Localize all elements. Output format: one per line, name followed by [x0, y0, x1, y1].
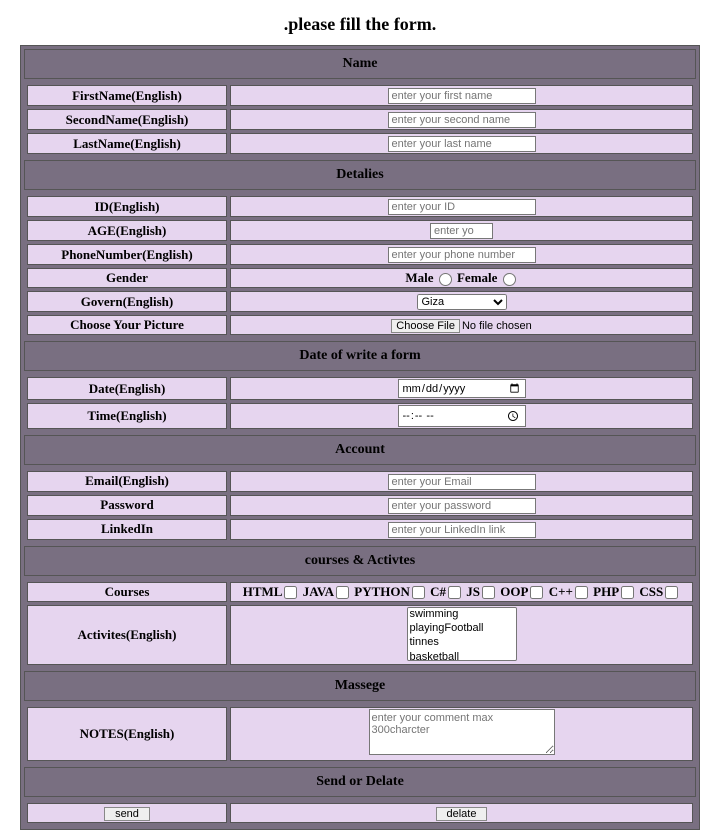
label-firstname: FirstName(English) — [27, 85, 227, 106]
activity-option[interactable]: playingFootball — [408, 622, 516, 636]
course-checkbox-python[interactable] — [412, 586, 425, 599]
secondname-input[interactable] — [388, 112, 536, 128]
course-checkbox-html[interactable] — [284, 586, 297, 599]
course-checkbox-css[interactable] — [665, 586, 678, 599]
govern-select[interactable]: Giza — [417, 294, 507, 310]
label-govern: Govern(English) — [27, 291, 227, 312]
date-input[interactable] — [398, 379, 526, 398]
section-courses: courses & Activtes — [24, 546, 696, 576]
female-label: Female — [457, 270, 497, 285]
lastname-input[interactable] — [388, 136, 536, 152]
file-status: No file chosen — [462, 320, 532, 332]
female-radio[interactable] — [503, 273, 516, 286]
time-input[interactable] — [398, 405, 526, 427]
course-label-c#: C# — [427, 584, 446, 599]
course-label-php: PHP — [590, 584, 619, 599]
section-message: Massege — [24, 671, 696, 701]
phone-input[interactable] — [388, 247, 536, 263]
send-button[interactable]: send — [104, 807, 150, 821]
label-email: Email(English) — [27, 471, 227, 492]
label-linkedin: LinkedIn — [27, 519, 227, 540]
course-label-html: HTML — [243, 584, 283, 599]
activity-option[interactable]: tinnes — [408, 636, 516, 650]
activity-option[interactable]: basketball — [408, 651, 516, 661]
id-input[interactable] — [388, 199, 536, 215]
course-label-java: JAVA — [299, 584, 334, 599]
firstname-input[interactable] — [388, 88, 536, 104]
section-details: Detalies — [24, 160, 696, 190]
course-label-css: CSS — [636, 584, 663, 599]
label-password: Password — [27, 495, 227, 516]
course-checkbox-js[interactable] — [482, 586, 495, 599]
choose-file-button[interactable]: Choose File — [391, 319, 460, 333]
section-send: Send or Delate — [24, 767, 696, 797]
course-checkbox-php[interactable] — [621, 586, 634, 599]
course-label-c++: C++ — [545, 584, 572, 599]
notes-textarea[interactable] — [369, 709, 555, 755]
label-gender: Gender — [27, 268, 227, 288]
section-name: Name — [24, 49, 696, 79]
section-datewrite: Date of write a form — [24, 341, 696, 371]
label-picture: Choose Your Picture — [27, 315, 227, 335]
delete-button[interactable]: delate — [436, 807, 488, 821]
course-checkbox-oop[interactable] — [530, 586, 543, 599]
label-activities: Activites(English) — [27, 605, 227, 665]
password-input[interactable] — [388, 498, 536, 514]
label-phone: PhoneNumber(English) — [27, 244, 227, 265]
label-courses: Courses — [27, 582, 227, 602]
activities-select[interactable]: swimmingplayingFootballtinnesbasketball — [407, 607, 517, 661]
label-age: AGE(English) — [27, 220, 227, 241]
label-lastname: LastName(English) — [27, 133, 227, 154]
course-label-python: PYTHON — [351, 584, 410, 599]
age-input[interactable] — [430, 223, 493, 239]
course-checkbox-c#[interactable] — [448, 586, 461, 599]
label-secondname: SecondName(English) — [27, 109, 227, 130]
form-table: Name FirstName(English) SecondName(Engli… — [20, 45, 700, 830]
course-checkbox-c++[interactable] — [575, 586, 588, 599]
label-notes: NOTES(English) — [27, 707, 227, 761]
course-checkbox-java[interactable] — [336, 586, 349, 599]
label-id: ID(English) — [27, 196, 227, 217]
male-label: Male — [405, 270, 433, 285]
activity-option[interactable]: swimming — [408, 608, 516, 622]
linkedin-input[interactable] — [388, 522, 536, 538]
page-title: .please fill the form. — [20, 14, 700, 35]
male-radio[interactable] — [439, 273, 452, 286]
course-label-js: JS — [463, 584, 480, 599]
courses-cell: HTML JAVA PYTHON C# JS OOP C++ PHP CSS — [230, 582, 693, 602]
label-time: Time(English) — [27, 403, 227, 429]
section-account: Account — [24, 435, 696, 465]
course-label-oop: OOP — [497, 584, 528, 599]
email-input[interactable] — [388, 474, 536, 490]
label-date: Date(English) — [27, 377, 227, 400]
